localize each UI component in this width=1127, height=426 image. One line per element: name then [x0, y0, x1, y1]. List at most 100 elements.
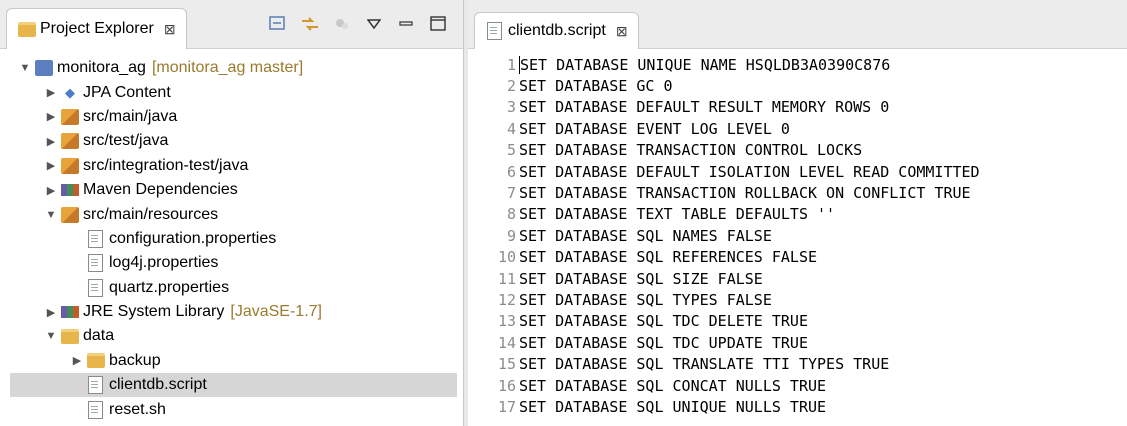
folder-icon: [61, 328, 79, 344]
minimize-icon[interactable]: [395, 14, 417, 34]
code-line: 8 SET DATABASE TEXT TABLE DEFAULTS '': [468, 204, 1127, 225]
code-text: SET DATABASE TRANSACTION CONTROL LOCKS: [519, 141, 863, 160]
code-editor[interactable]: 1 SET DATABASE UNIQUE NAME HSQLDB3A0390C8…: [468, 54, 1127, 418]
line-number: 6: [506, 162, 516, 181]
editor-tab-title: clientdb.script: [508, 22, 606, 39]
tree-item-label: reset.sh: [109, 400, 166, 418]
tree-item[interactable]: ▶ JRE System Library [JavaSE-1.7]: [0, 300, 463, 324]
code-line: 1 SET DATABASE UNIQUE NAME HSQLDB3A0390C8…: [468, 54, 1127, 75]
tree-item-label: src/integration-test/java: [83, 156, 249, 174]
tree-item[interactable]: ▶ Maven Dependencies: [0, 178, 463, 202]
code-text: SET DATABASE EVENT LOG LEVEL 0: [519, 119, 790, 138]
script-file-icon: [487, 22, 502, 40]
expanded-arrow-icon[interactable]: ▼: [44, 209, 58, 221]
code-text: SET DATABASE SQL TDC DELETE TRUE: [519, 312, 808, 331]
tab-clientdb-script[interactable]: clientdb.script ⊠: [474, 12, 639, 49]
file-icon: [88, 376, 103, 395]
tree-item[interactable]: ▶ backup: [0, 349, 463, 373]
line-number: 9: [506, 226, 516, 245]
tree-item-label: quartz.properties: [109, 278, 230, 296]
code-text: SET DATABASE GC 0: [519, 77, 673, 96]
view-menu-icon[interactable]: [363, 14, 385, 34]
tree-item[interactable]: ▶ src/main/java: [0, 105, 463, 129]
collapsed-arrow-icon[interactable]: ▶: [44, 135, 58, 148]
tree-item[interactable]: ▶ src/test/java: [0, 129, 463, 153]
expanded-arrow-icon[interactable]: ▼: [18, 62, 32, 74]
file-icon: [88, 229, 103, 248]
collapsed-arrow-icon[interactable]: ▶: [44, 86, 58, 99]
line-number: 3: [506, 98, 516, 117]
code-line: 5 SET DATABASE TRANSACTION CONTROL LOCKS: [468, 140, 1127, 161]
tree-item[interactable]: log4j.properties: [0, 251, 463, 275]
tree-item[interactable]: reset.sh: [0, 397, 463, 421]
tree-item[interactable]: ▼ monitora_ag [monitora_ag master]: [0, 56, 463, 80]
tree-item-label: data: [83, 327, 115, 345]
tree-item-decoration: [JavaSE-1.7]: [230, 303, 322, 321]
filter-icon[interactable]: [331, 14, 353, 34]
code-line: 10 SET DATABASE SQL REFERENCES FALSE: [468, 247, 1127, 268]
collapsed-arrow-icon[interactable]: ▶: [70, 354, 84, 367]
code-line: 16 SET DATABASE SQL CONCAT NULLS TRUE: [468, 375, 1127, 396]
collapsed-arrow-icon[interactable]: ▶: [44, 184, 58, 197]
code-text: SET DATABASE TRANSACTION ROLLBACK ON CON…: [519, 184, 971, 203]
tree-item-label: backup: [109, 351, 161, 369]
code-text: SET DATABASE TEXT TABLE DEFAULTS '': [519, 205, 836, 224]
project-explorer-panel: Project Explorer ⊠ ▼ monitora_ag [monito…: [0, 0, 464, 426]
line-number: 15: [497, 355, 516, 374]
editor-panel: clientdb.script ⊠ 1 SET DATABASE UNIQUE N…: [468, 0, 1127, 426]
close-icon[interactable]: ⊠: [164, 21, 176, 38]
tree-item[interactable]: clientdb.script: [10, 373, 457, 398]
code-line: 2 SET DATABASE GC 0: [468, 75, 1127, 96]
tree-item[interactable]: ▼ data: [0, 324, 463, 348]
close-icon[interactable]: ⊠: [616, 23, 628, 40]
tree-item-label: src/test/java: [83, 132, 169, 150]
code-line: 11 SET DATABASE SQL SIZE FALSE: [468, 268, 1127, 289]
tree-item[interactable]: ▼ src/main/resources: [0, 202, 463, 226]
code-text: SET DATABASE DEFAULT ISOLATION LEVEL REA…: [519, 162, 980, 181]
collapsed-arrow-icon[interactable]: ▶: [44, 306, 58, 319]
link-with-editor-icon[interactable]: [299, 14, 321, 34]
code-text: SET DATABASE SQL REFERENCES FALSE: [519, 248, 818, 267]
jpa-icon: ◆: [65, 84, 75, 100]
code-line: 3 SET DATABASE DEFAULT RESULT MEMORY ROWS…: [468, 97, 1127, 118]
code-line: 7 SET DATABASE TRANSACTION ROLLBACK ON CO…: [468, 182, 1127, 203]
tree-item-label: Maven Dependencies: [83, 181, 238, 199]
expanded-arrow-icon[interactable]: ▼: [44, 330, 58, 342]
tree-item-label: monitora_ag: [57, 59, 146, 77]
collapsed-arrow-icon[interactable]: ▶: [44, 110, 58, 123]
code-line: 14 SET DATABASE SQL TDC UPDATE TRUE: [468, 332, 1127, 353]
source-folder-icon: [61, 206, 79, 223]
line-number: 12: [497, 290, 516, 309]
collapse-all-icon[interactable]: [267, 14, 289, 34]
code-line: 15 SET DATABASE SQL TRANSLATE TTI TYPES T…: [468, 353, 1127, 374]
code-line: 6 SET DATABASE DEFAULT ISOLATION LEVEL RE…: [468, 161, 1127, 182]
library-icon: [61, 306, 79, 319]
tree-item[interactable]: configuration.properties: [0, 227, 463, 251]
code-text: SET DATABASE SQL NAMES FALSE: [519, 226, 772, 245]
collapsed-arrow-icon[interactable]: ▶: [44, 159, 58, 172]
code-text: SET DATABASE SQL SIZE FALSE: [519, 269, 763, 288]
tree-item[interactable]: ▶ src/integration-test/java: [0, 154, 463, 178]
line-number: 16: [497, 376, 516, 395]
project-tree: ▼ monitora_ag [monitora_ag master] ▶ ◆ JPA Co…: [0, 56, 463, 422]
code-text: SET DATABASE SQL UNIQUE NULLS TRUE: [519, 397, 827, 416]
code-text: SET DATABASE DEFAULT RESULT MEMORY ROWS …: [519, 98, 890, 117]
tree-item-label: JRE System Library: [83, 303, 225, 321]
line-number: 5: [506, 141, 516, 160]
folder-icon: [87, 353, 105, 369]
line-number: 1: [506, 55, 516, 74]
code-line: 9 SET DATABASE SQL NAMES FALSE: [468, 225, 1127, 246]
tree-item-decoration: [monitora_ag master]: [151, 59, 304, 77]
file-icon: [88, 278, 103, 297]
line-number: 17: [497, 397, 516, 416]
tab-project-explorer[interactable]: Project Explorer ⊠: [6, 8, 187, 49]
editor-tabbar: clientdb.script ⊠: [468, 0, 1127, 49]
project-icon: [35, 60, 53, 77]
file-icon: [88, 254, 103, 273]
line-number: 13: [497, 312, 516, 331]
tree-item[interactable]: ▶ ◆ JPA Content: [0, 80, 463, 104]
code-text: SET DATABASE SQL TDC UPDATE TRUE: [519, 333, 808, 352]
maximize-icon[interactable]: [427, 14, 449, 34]
tree-item[interactable]: quartz.properties: [0, 276, 463, 300]
tree-item-label: src/main/resources: [83, 205, 219, 223]
